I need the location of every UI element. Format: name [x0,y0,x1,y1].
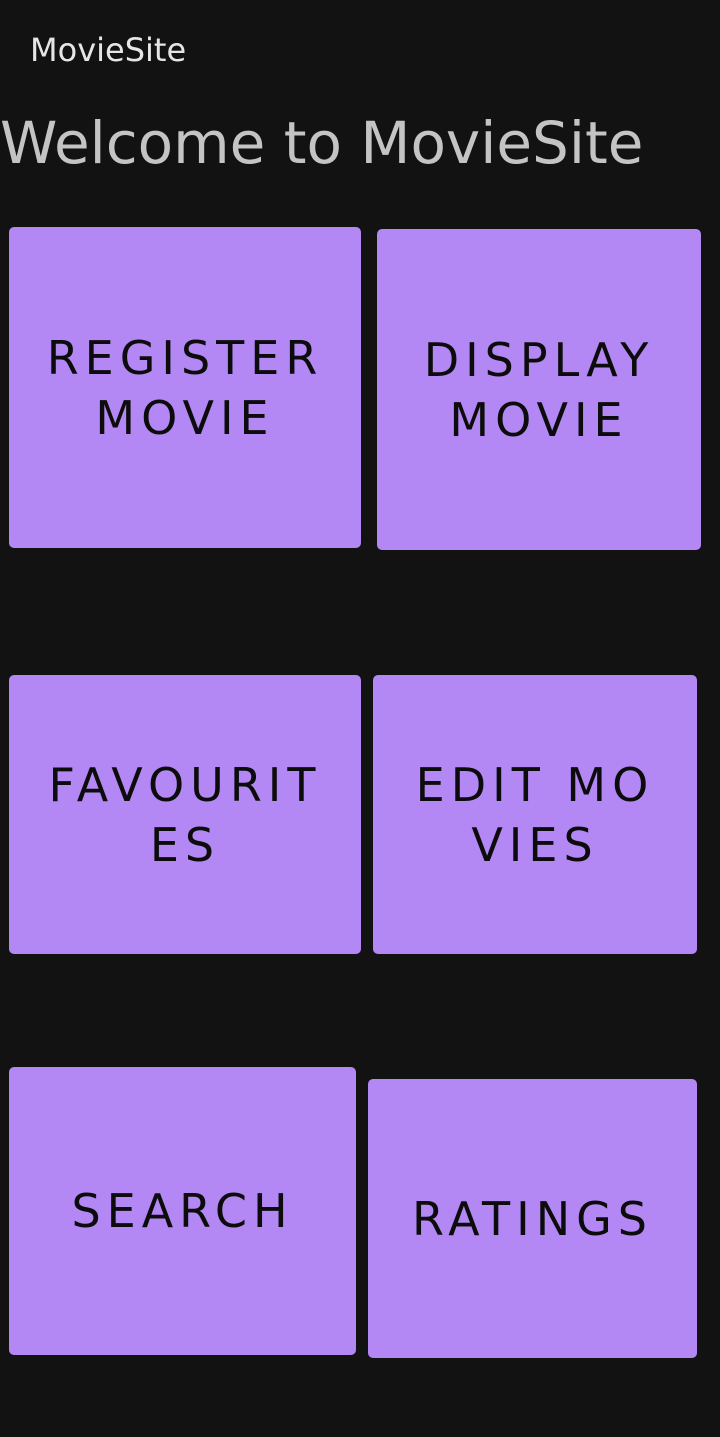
display-movie-button[interactable]: DISPLAY MOVIE [377,229,701,550]
search-button[interactable]: SEARCH [9,1067,356,1355]
ratings-button[interactable]: RATINGS [368,1079,697,1358]
edit-movies-label: EDIT MOVIES [415,757,655,872]
register-movie-button[interactable]: REGISTER MOVIE [9,227,361,548]
favourites-label: FAVOURITES [48,757,322,872]
search-label: SEARCH [71,1184,294,1238]
register-movie-label: REGISTER MOVIE [46,330,324,445]
edit-movies-button[interactable]: EDIT MOVIES [373,675,697,954]
ratings-label: RATINGS [412,1191,653,1246]
favourites-button[interactable]: FAVOURITES [9,675,361,954]
app-bar-title: MovieSite [30,31,187,69]
display-movie-label: DISPLAY MOVIE [423,332,655,447]
welcome-heading: Welcome to MovieSite [0,109,644,177]
